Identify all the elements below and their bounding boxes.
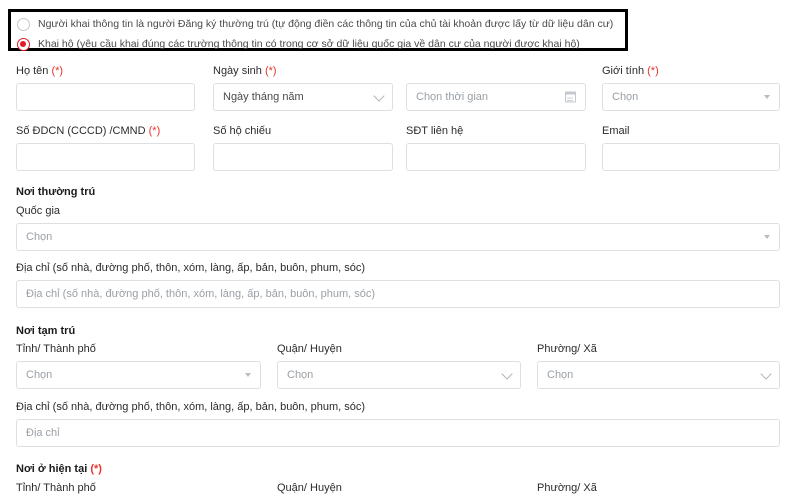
field-gender: Giới tính (*) Chọn (602, 64, 780, 111)
radio-icon-unselected[interactable] (17, 18, 30, 31)
label-gender: Giới tính (*) (602, 64, 780, 78)
chevron-down-icon (760, 368, 771, 379)
field-current-province: Tỉnh/ Thành phố (16, 481, 261, 500)
select-temporary-province-placeholder: Chọn (26, 368, 52, 382)
chevron-down-icon (501, 368, 512, 379)
calendar-icon[interactable] (565, 92, 576, 103)
input-email[interactable] (602, 143, 780, 171)
section-title-permanent-residence: Nơi thường trú (16, 185, 95, 199)
field-phone: SĐT liên hệ (406, 124, 586, 171)
section-title-current-residence-text: Nơi ở hiện tại (16, 463, 87, 475)
required-marker: (*) (149, 125, 161, 137)
label-passport: Số hộ chiếu (213, 124, 393, 138)
field-id-number: Số ĐDCN (CCCD) /CMND (*) (16, 124, 195, 171)
radio-option-household[interactable]: Khai hộ (yêu cầu khai đúng các trường th… (17, 35, 619, 53)
label-phone: SĐT liên hệ (406, 124, 586, 138)
radio-icon-selected[interactable] (17, 38, 30, 51)
required-marker: (*) (647, 65, 659, 77)
section-title-current-residence: Nơi ở hiện tại (*) (16, 462, 102, 476)
label-temporary-district: Quận/ Huyện (277, 342, 521, 356)
field-temporary-address: Địa chỉ (số nhà, đường phố, thôn, xóm, l… (16, 400, 780, 447)
input-full-name[interactable] (16, 83, 195, 111)
select-permanent-country-placeholder: Chọn (26, 230, 52, 244)
input-permanent-address-placeholder: Địa chỉ (số nhà, đường phố, thôn, xóm, l… (26, 287, 375, 301)
field-birth-time: Chọn thời gian (406, 64, 586, 111)
field-full-name: Họ tên (*) (16, 64, 195, 111)
radio-option-self-label: Người khai thông tin là người Đăng ký th… (38, 18, 613, 31)
radio-option-self[interactable]: Người khai thông tin là người Đăng ký th… (17, 15, 619, 33)
chevron-down-icon (764, 235, 770, 239)
select-temporary-province[interactable]: Chọn (16, 361, 261, 389)
datepicker-birth-time-placeholder: Chọn thời gian (416, 90, 488, 104)
field-current-ward: Phường/ Xã (537, 481, 780, 500)
field-passport: Số hộ chiếu (213, 124, 393, 171)
label-temporary-province: Tỉnh/ Thành phố (16, 342, 261, 356)
field-current-district: Quận/ Huyện (277, 481, 521, 500)
required-marker: (*) (51, 65, 63, 77)
select-birth-date-value: Ngày tháng năm (223, 90, 304, 104)
input-id-number[interactable] (16, 143, 195, 171)
required-marker: (*) (265, 65, 277, 77)
label-birth-time (406, 64, 586, 78)
input-temporary-address-placeholder: Địa chỉ (26, 426, 60, 440)
chevron-down-icon (245, 373, 251, 377)
label-email: Email (602, 124, 780, 138)
label-id-number: Số ĐDCN (CCCD) /CMND (*) (16, 124, 195, 138)
label-temporary-ward: Phường/ Xã (537, 342, 780, 356)
label-permanent-country: Quốc gia (16, 204, 780, 218)
field-email: Email (602, 124, 780, 171)
label-full-name: Họ tên (*) (16, 64, 195, 78)
datepicker-birth-time[interactable]: Chọn thời gian (406, 83, 586, 111)
select-permanent-country[interactable]: Chọn (16, 223, 780, 251)
select-gender[interactable]: Chọn (602, 83, 780, 111)
input-phone[interactable] (406, 143, 586, 171)
label-current-ward: Phường/ Xã (537, 481, 780, 495)
label-temporary-address: Địa chỉ (số nhà, đường phố, thôn, xóm, l… (16, 400, 780, 414)
chevron-down-icon (764, 95, 770, 99)
select-temporary-district-placeholder: Chọn (287, 368, 313, 382)
section-title-temporary-residence: Nơi tạm trú (16, 324, 75, 338)
input-passport[interactable] (213, 143, 393, 171)
field-permanent-address: Địa chỉ (số nhà, đường phố, thôn, xóm, l… (16, 261, 780, 308)
field-permanent-country: Quốc gia Chọn (16, 204, 780, 251)
registration-form-page: Người khai thông tin là người Đăng ký th… (0, 0, 800, 500)
field-temporary-province: Tỉnh/ Thành phố Chọn (16, 342, 261, 389)
declaration-type-highlight-box: Người khai thông tin là người Đăng ký th… (8, 9, 628, 51)
select-gender-placeholder: Chọn (612, 90, 638, 104)
field-temporary-ward: Phường/ Xã Chọn (537, 342, 780, 389)
select-temporary-ward[interactable]: Chọn (537, 361, 780, 389)
label-current-district: Quận/ Huyện (277, 481, 521, 495)
select-temporary-district[interactable]: Chọn (277, 361, 521, 389)
label-current-province: Tỉnh/ Thành phố (16, 481, 261, 495)
required-marker: (*) (90, 463, 102, 475)
radio-option-household-label: Khai hộ (yêu cầu khai đúng các trường th… (38, 38, 580, 51)
chevron-down-icon (373, 90, 384, 101)
label-birth-date: Ngày sinh (*) (213, 64, 393, 78)
select-temporary-ward-placeholder: Chọn (547, 368, 573, 382)
field-birth-date: Ngày sinh (*) Ngày tháng năm (213, 64, 393, 111)
input-temporary-address[interactable]: Địa chỉ (16, 419, 780, 447)
input-permanent-address[interactable]: Địa chỉ (số nhà, đường phố, thôn, xóm, l… (16, 280, 780, 308)
select-birth-date-format[interactable]: Ngày tháng năm (213, 83, 393, 111)
field-temporary-district: Quận/ Huyện Chọn (277, 342, 521, 389)
label-permanent-address: Địa chỉ (số nhà, đường phố, thôn, xóm, l… (16, 261, 780, 275)
